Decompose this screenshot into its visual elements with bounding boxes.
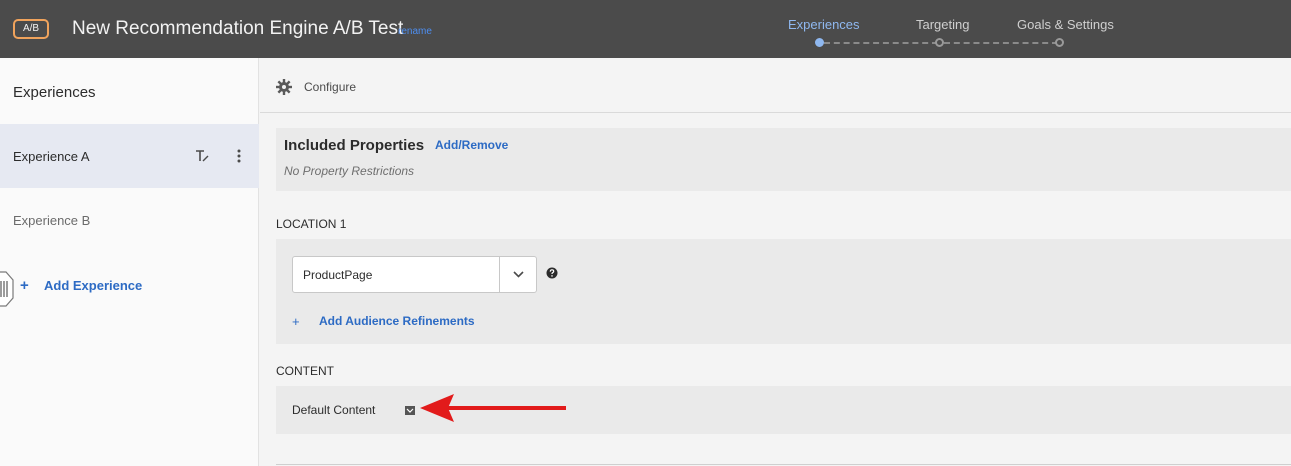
help-icon[interactable]: [546, 267, 558, 279]
content-panel: Default Content: [276, 386, 1291, 434]
plus-icon: +: [292, 313, 300, 329]
main-content: Configure Included Properties Add/Remove…: [260, 58, 1291, 466]
property-restrictions-note: No Property Restrictions: [284, 164, 415, 178]
chevron-down-icon: [513, 271, 524, 278]
add-audience-refinements-button[interactable]: + Add Audience Refinements: [292, 313, 475, 329]
collapse-handle-icon[interactable]: [0, 268, 14, 310]
plus-icon: +: [20, 276, 29, 294]
step-dot-targeting[interactable]: [935, 38, 944, 47]
experience-item-b[interactable]: Experience B: [0, 188, 259, 252]
experiences-sidebar: Experiences Experience A Experience B + …: [0, 58, 259, 466]
divider: [276, 464, 1291, 465]
add-experience-button[interactable]: + Add Experience: [20, 275, 142, 295]
experience-label: Experience B: [13, 213, 91, 228]
included-properties-panel: Included Properties Add/Remove No Proper…: [276, 128, 1291, 191]
ab-test-badge: A/B: [13, 19, 49, 39]
configure-bar: Configure: [260, 58, 1291, 113]
sidebar-title: Experiences: [13, 84, 96, 101]
location-heading: LOCATION 1: [276, 217, 347, 231]
activity-title: New Recommendation Engine A/B Test: [72, 18, 404, 39]
annotation-arrow-icon: [420, 394, 566, 422]
location-select[interactable]: ProductPage: [292, 256, 537, 293]
step-goals-settings[interactable]: Goals & Settings: [1017, 17, 1114, 33]
rename-link[interactable]: rename: [398, 26, 432, 38]
step-dot-goals-settings[interactable]: [1055, 38, 1064, 47]
location-select-value: ProductPage: [303, 268, 373, 282]
configure-label[interactable]: Configure: [304, 80, 356, 94]
step-connector: [824, 42, 938, 44]
location-panel: ProductPage + Add Audience Refinements: [276, 239, 1291, 344]
add-audience-refinements-label: Add Audience Refinements: [319, 314, 475, 328]
add-remove-properties-link[interactable]: Add/Remove: [435, 138, 508, 152]
content-menu-icon[interactable]: [405, 406, 415, 415]
default-content-label[interactable]: Default Content: [292, 403, 375, 417]
workflow-steps: Experiences Targeting Goals & Settings: [788, 0, 1128, 58]
experience-label: Experience A: [13, 149, 90, 164]
step-targeting[interactable]: Targeting: [916, 17, 969, 33]
rename-text-icon[interactable]: [194, 148, 210, 164]
add-experience-label: Add Experience: [44, 277, 143, 293]
included-properties-title: Included Properties: [284, 137, 425, 154]
step-connector: [944, 42, 1058, 44]
content-heading: CONTENT: [276, 364, 334, 378]
experience-item-a[interactable]: Experience A: [0, 124, 259, 188]
dropdown-toggle[interactable]: [499, 257, 536, 292]
step-dot-experiences[interactable]: [815, 38, 824, 47]
gear-icon[interactable]: [276, 79, 292, 95]
more-options-icon[interactable]: [231, 148, 247, 164]
top-header: A/B New Recommendation Engine A/B Test r…: [0, 0, 1291, 58]
step-experiences[interactable]: Experiences: [788, 17, 860, 33]
